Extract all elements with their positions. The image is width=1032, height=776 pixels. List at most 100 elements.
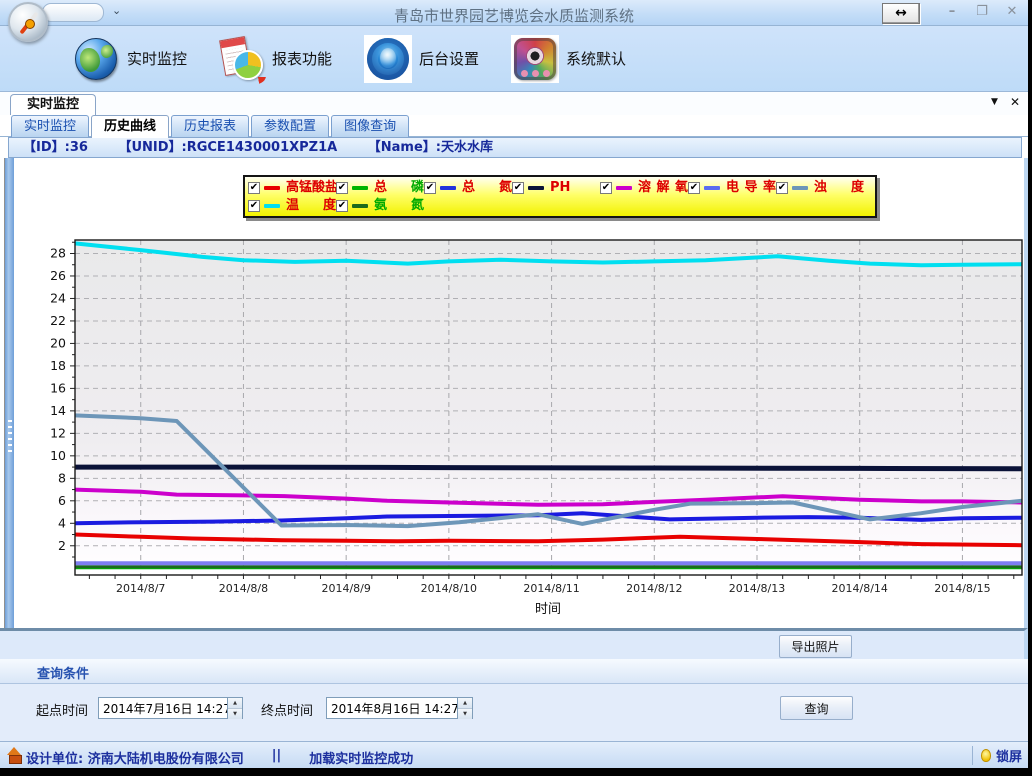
toolbar-button-realtime[interactable]: 实时监控 bbox=[72, 35, 187, 83]
legend-checkbox[interactable]: ✔ bbox=[248, 182, 260, 194]
legend-swatch bbox=[264, 186, 280, 190]
toolbar-button-settings[interactable]: 后台设置 bbox=[364, 35, 479, 83]
legend-item: ✔ 溶解氧 bbox=[600, 181, 688, 195]
legend-checkbox[interactable]: ✔ bbox=[248, 200, 260, 212]
bulb-icon bbox=[981, 749, 991, 762]
compass-icon[interactable] bbox=[8, 2, 48, 42]
x-axis-labels: 2014/8/7 2014/8/8 2014/8/9 2014/8/10 2014/8/… bbox=[0, 582, 1027, 598]
legend-swatch bbox=[352, 186, 368, 190]
legend-checkbox[interactable]: ✔ bbox=[600, 182, 612, 194]
subtab-2[interactable]: 历史报表 bbox=[171, 115, 249, 137]
y-tick-label: 26 bbox=[50, 268, 66, 283]
export-strip: 导出照片 bbox=[0, 628, 1028, 659]
legend-checkbox[interactable]: ✔ bbox=[424, 182, 436, 194]
y-tick-label: 2 bbox=[58, 538, 66, 553]
y-tick-label: 4 bbox=[58, 515, 66, 530]
subtab-3[interactable]: 参数配置 bbox=[251, 115, 329, 137]
legend-label: 溶解氧 bbox=[638, 181, 688, 195]
legend-swatch bbox=[440, 186, 456, 190]
lock-screen-button[interactable]: 锁屏 bbox=[972, 746, 1022, 765]
end-time-input[interactable]: 2014年8月16日 14:27:: ▲ ▼ bbox=[326, 697, 473, 719]
spin-down-icon[interactable]: ▼ bbox=[228, 709, 242, 719]
x-tick-label: 2014/8/10 bbox=[421, 582, 477, 595]
document-tab-realtime[interactable]: 实时监控 bbox=[10, 94, 96, 115]
legend-checkbox[interactable]: ✔ bbox=[776, 182, 788, 194]
y-tick-label: 24 bbox=[50, 290, 66, 305]
legend-label: 氨氮 bbox=[374, 199, 424, 213]
legend-label: PH bbox=[550, 181, 600, 195]
toolbar-button-reports[interactable]: 报表功能 bbox=[219, 36, 332, 82]
spin-up-icon[interactable]: ▲ bbox=[228, 698, 242, 709]
end-time-label: 终点时间 bbox=[261, 700, 313, 719]
y-tick-label: 18 bbox=[50, 358, 66, 373]
y-tick-label: 12 bbox=[50, 425, 66, 440]
history-curve-panel: ✔高锰酸盐✔总磷✔总氮✔PH✔溶解氧✔电导率✔浊度✔温度✔氨氮 24681012… bbox=[0, 158, 1028, 628]
subtab-1[interactable]: 历史曲线 bbox=[91, 115, 169, 138]
chart-legend: ✔高锰酸盐✔总磷✔总氮✔PH✔溶解氧✔电导率✔浊度✔温度✔氨氮 bbox=[243, 175, 877, 218]
home-icon bbox=[7, 747, 22, 762]
subtab-4[interactable]: 图像查询 bbox=[331, 115, 409, 137]
y-tick-label: 20 bbox=[50, 335, 66, 350]
x-tick-label: 2014/8/11 bbox=[523, 582, 579, 595]
spin-up-icon[interactable]: ▲ bbox=[458, 698, 472, 709]
main-toolbar: 实时监控 报表功能 后台设置 系统默认 bbox=[0, 26, 1028, 92]
designer-text: 设计单位: 济南大陆机电股份有限公司 bbox=[26, 748, 244, 767]
close-button[interactable]: ✕ bbox=[1004, 4, 1020, 19]
tab-list-dropdown-icon[interactable]: ▼ bbox=[991, 97, 998, 107]
status-bar: 设计单位: 济南大陆机电股份有限公司 || 加载实时监控成功 锁屏 bbox=[0, 741, 1028, 768]
legend-item: ✔ 氨氮 bbox=[336, 199, 424, 213]
legend-swatch bbox=[528, 186, 544, 190]
report-pie-icon bbox=[219, 36, 265, 82]
legend-item: ✔总氮 bbox=[424, 181, 512, 195]
legend-item: ✔总磷 bbox=[336, 181, 424, 195]
legend-checkbox[interactable]: ✔ bbox=[512, 182, 524, 194]
y-tick-label: 6 bbox=[58, 493, 66, 508]
legend-item: ✔ 高锰酸盐 bbox=[248, 181, 336, 195]
restore-button[interactable]: ❐ bbox=[974, 4, 990, 19]
minimize-button[interactable]: – bbox=[944, 4, 960, 19]
end-time-spinner: ▲ ▼ bbox=[457, 698, 472, 718]
tab-close-icon[interactable]: ✕ bbox=[1010, 95, 1020, 109]
status-message: 加载实时监控成功 bbox=[309, 748, 413, 767]
legend-swatch bbox=[616, 186, 632, 190]
globe-icon bbox=[72, 35, 120, 83]
legend-label: 高锰酸盐 bbox=[286, 181, 338, 195]
start-time-input[interactable]: 2014年7月16日 14:27: ▲ ▼ bbox=[98, 697, 243, 719]
x-tick-label: 2014/8/9 bbox=[321, 582, 370, 595]
x-tick-label: 2014/8/12 bbox=[626, 582, 682, 595]
spin-down-icon[interactable]: ▼ bbox=[458, 709, 472, 719]
query-condition-area: 起点时间 2014年7月16日 14:27: ▲ ▼ 终点时间 2014年8月1… bbox=[0, 684, 1028, 741]
y-tick-label: 10 bbox=[50, 448, 66, 463]
subtab-0[interactable]: 实时监控 bbox=[11, 115, 89, 137]
query-button[interactable]: 查询 bbox=[780, 696, 853, 720]
query-condition-title: 查询条件 bbox=[37, 663, 89, 682]
x-axis-title: 时间 bbox=[535, 598, 561, 617]
resize-button[interactable]: ↔ bbox=[882, 3, 920, 24]
legend-label: 浊度 bbox=[814, 181, 864, 195]
y-tick-label: 8 bbox=[58, 470, 66, 485]
y-tick-label: 14 bbox=[50, 403, 66, 418]
legend-checkbox[interactable]: ✔ bbox=[688, 182, 700, 194]
app-window: 青岛市世界园艺博览会水质监测系统 ⌄ ↔ – ❐ ✕ 实时监控 报表功能 后台设… bbox=[0, 0, 1028, 768]
x-tick-label: 2014/8/8 bbox=[219, 582, 268, 595]
legend-label: 温度 bbox=[286, 199, 336, 213]
legend-label: 电导率 bbox=[726, 181, 776, 195]
toolbar-button-defaults[interactable]: 系统默认 bbox=[511, 35, 626, 83]
document-tab-strip: 实时监控 ▼ ✕ bbox=[0, 92, 1028, 115]
settings-disc-icon bbox=[364, 35, 412, 83]
y-tick-label: 28 bbox=[50, 245, 66, 260]
y-tick-label: 16 bbox=[50, 380, 66, 395]
x-tick-label: 2014/8/7 bbox=[116, 582, 165, 595]
y-tick-label: 22 bbox=[50, 313, 66, 328]
system-default-icon bbox=[511, 35, 559, 83]
station-unid: 【UNID】:RGCE1430001XPZ1A bbox=[118, 140, 337, 155]
export-photo-button[interactable]: 导出照片 bbox=[779, 635, 852, 658]
app-title: 青岛市世界园艺博览会水质监测系统 bbox=[0, 5, 1028, 26]
quick-access-dropdown-icon[interactable]: ⌄ bbox=[112, 4, 121, 17]
legend-checkbox[interactable]: ✔ bbox=[336, 200, 348, 212]
station-id: 【ID】:36 bbox=[23, 140, 88, 155]
x-tick-label: 2014/8/13 bbox=[729, 582, 785, 595]
legend-swatch bbox=[352, 204, 368, 208]
start-time-label: 起点时间 bbox=[36, 700, 88, 719]
legend-checkbox[interactable]: ✔ bbox=[336, 182, 348, 194]
